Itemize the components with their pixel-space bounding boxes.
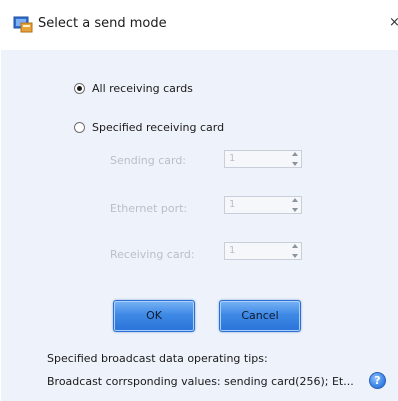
sending-card-spinner[interactable]: 1 (224, 150, 302, 168)
sending-card-label: Sending card: (110, 154, 187, 167)
dialog-body (1, 50, 398, 401)
radio-label-all: All receiving cards (92, 82, 193, 95)
dialog-title: Select a send mode (38, 16, 167, 31)
ethernet-port-spinner[interactable]: 1 (224, 196, 302, 214)
tips-heading: Specified broadcast data operating tips: (47, 352, 268, 365)
help-icon[interactable]: ? (369, 372, 386, 389)
cancel-button[interactable]: Cancel (219, 300, 301, 332)
tips-detail: Broadcast corrsponding values: sending c… (47, 375, 354, 388)
radio-all-receiving-cards[interactable]: All receiving cards (74, 82, 193, 95)
close-button[interactable]: × (389, 15, 398, 31)
spin-arrows-icon[interactable] (290, 152, 299, 166)
receiving-card-spinner[interactable]: 1 (224, 242, 302, 260)
ethernet-port-label: Ethernet port: (110, 202, 188, 215)
radio-label-specified: Specified receiving card (92, 121, 225, 134)
spin-arrows-icon[interactable] (290, 198, 299, 212)
send-mode-dialog: Select a send mode × All receiving cards… (0, 0, 398, 401)
radio-button-unchecked[interactable] (74, 122, 85, 133)
radio-button-checked[interactable] (74, 83, 85, 94)
title-bar: Select a send mode × (0, 0, 398, 50)
app-icon (13, 16, 33, 33)
ethernet-port-value: 1 (229, 199, 236, 210)
ok-button[interactable]: OK (113, 300, 195, 332)
spin-arrows-icon[interactable] (290, 244, 299, 258)
receiving-card-label: Receiving card: (110, 248, 195, 261)
receiving-card-value: 1 (229, 245, 236, 256)
sending-card-value: 1 (229, 153, 236, 164)
radio-specified-receiving-card[interactable]: Specified receiving card (74, 121, 224, 134)
